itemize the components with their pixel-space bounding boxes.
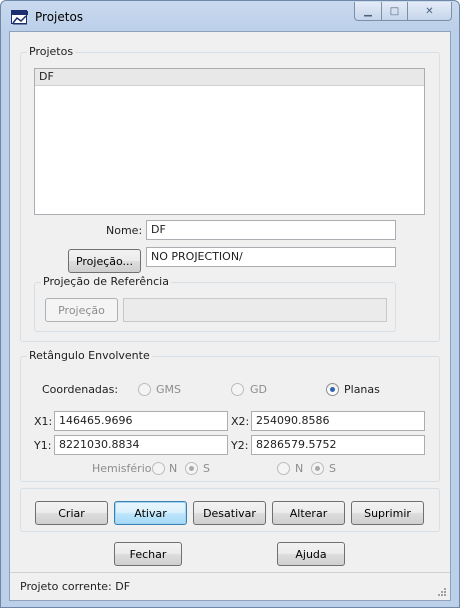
- hemisphere-1-n-radio[interactable]: [152, 462, 165, 475]
- name-label: Nome:: [106, 224, 143, 237]
- gms-radio[interactable]: [138, 383, 151, 396]
- planas-label: Planas: [344, 383, 380, 396]
- projection-field[interactable]: NO PROJECTION/: [146, 247, 396, 267]
- list-item[interactable]: DF: [35, 69, 424, 86]
- status-bar-text: Projeto corrente: DF: [20, 580, 131, 593]
- gms-label: GMS: [156, 383, 181, 396]
- projects-window: Projetos ▁ □ ✕ Projetos DF Nome: DF Proj…: [0, 0, 460, 608]
- y1-field[interactable]: 8221030.8834: [54, 435, 228, 455]
- hemisphere-2-s-label: S: [329, 462, 336, 475]
- title-bar[interactable]: Projetos ▁ □ ✕: [1, 1, 459, 31]
- projection-button-label: Projeção...: [75, 254, 134, 268]
- x1-label: X1:: [34, 415, 53, 428]
- close-button[interactable]: Fechar: [114, 542, 182, 566]
- create-button-label: Criar: [58, 506, 85, 520]
- modify-button-label: Alterar: [289, 506, 328, 520]
- hemisphere-label: Hemisfério:: [92, 462, 156, 475]
- hemisphere-1-s-radio[interactable]: [185, 462, 198, 475]
- delete-button-label: Suprimir: [364, 506, 411, 520]
- create-button[interactable]: Criar: [35, 501, 108, 525]
- status-bar-divider: [10, 572, 450, 573]
- gd-label: GD: [250, 383, 267, 396]
- close-window-button[interactable]: ✕: [408, 2, 452, 21]
- planas-radio[interactable]: [326, 383, 339, 396]
- app-icon: [11, 10, 28, 25]
- reference-projection-field[interactable]: [123, 298, 387, 322]
- close-button-label: Fechar: [129, 547, 167, 561]
- resize-grip-icon[interactable]: [437, 587, 447, 597]
- name-field[interactable]: DF: [146, 220, 396, 240]
- reference-projection-button-label: Projeção: [58, 303, 105, 317]
- hemisphere-2-n-label: N: [295, 462, 304, 475]
- deactivate-button-label: Desativar: [203, 506, 256, 520]
- hemisphere-1-n-label: N: [169, 462, 178, 475]
- y1-label: Y1:: [34, 439, 52, 452]
- x2-field[interactable]: 254090.8586: [251, 411, 425, 431]
- close-icon: ✕: [425, 5, 434, 17]
- y2-field[interactable]: 8286579.5752: [251, 435, 425, 455]
- reference-projection-title: Projeção de Referência: [41, 275, 171, 288]
- modify-button[interactable]: Alterar: [272, 501, 345, 525]
- coordinates-label: Coordenadas:: [42, 383, 119, 396]
- help-button[interactable]: Ajuda: [277, 542, 345, 566]
- deactivate-button[interactable]: Desativar: [193, 501, 266, 525]
- x2-label: X2:: [231, 415, 250, 428]
- hemisphere-2-s-radio[interactable]: [311, 462, 324, 475]
- x1-field[interactable]: 146465.9696: [54, 411, 228, 431]
- projection-button[interactable]: Projeção...: [68, 249, 141, 273]
- bounding-rectangle-title: Retângulo Envolvente: [27, 349, 152, 362]
- window-title: Projetos: [35, 10, 84, 24]
- minimize-button[interactable]: ▁: [354, 2, 382, 21]
- projects-list[interactable]: DF: [34, 68, 425, 215]
- help-button-label: Ajuda: [295, 547, 327, 561]
- minimize-icon: ▁: [364, 5, 372, 17]
- activate-button-label: Ativar: [134, 506, 167, 520]
- gd-radio[interactable]: [231, 383, 244, 396]
- maximize-button[interactable]: □: [382, 2, 408, 21]
- activate-button[interactable]: Ativar: [114, 501, 187, 525]
- maximize-icon: □: [389, 5, 400, 17]
- delete-button[interactable]: Suprimir: [351, 501, 424, 525]
- hemisphere-1-s-label: S: [203, 462, 210, 475]
- window-controls: ▁ □ ✕: [354, 2, 452, 22]
- projects-group-title: Projetos: [27, 45, 76, 58]
- reference-projection-button[interactable]: Projeção: [45, 298, 118, 322]
- hemisphere-2-n-radio[interactable]: [277, 462, 290, 475]
- dialog-client-area: Projetos DF Nome: DF Projeção... NO PROJ…: [9, 31, 451, 601]
- y2-label: Y2:: [231, 439, 249, 452]
